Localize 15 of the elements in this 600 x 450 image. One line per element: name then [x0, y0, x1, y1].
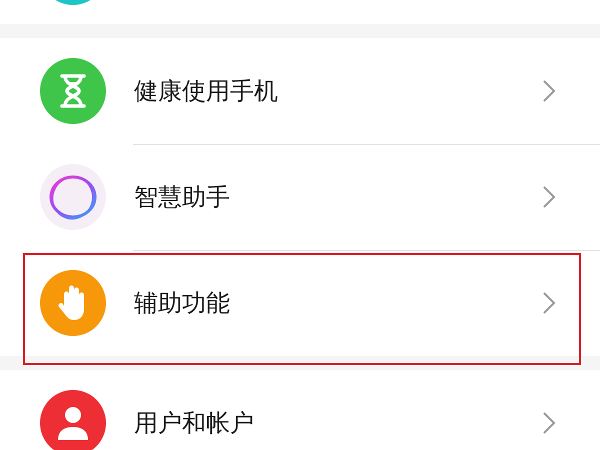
- settings-item[interactable]: 健康使用手机: [0, 38, 600, 144]
- item-label: 用户和帐户: [134, 408, 255, 439]
- settings-item[interactable]: 智慧助手: [0, 144, 600, 250]
- chevron-icon: [542, 411, 556, 435]
- ring-icon: [40, 164, 106, 230]
- item-label: 健康使用手机: [134, 76, 279, 107]
- chevron-icon: [542, 185, 556, 209]
- item-label: 辅助功能: [134, 288, 231, 319]
- hourglass-icon: [40, 58, 106, 124]
- settings-item[interactable]: 辅助功能: [0, 250, 600, 356]
- item-label: 智慧助手: [134, 182, 231, 213]
- settings-item[interactable]: 用户和帐户: [0, 370, 600, 450]
- chevron-icon: [542, 291, 556, 315]
- hand-icon: [40, 270, 106, 336]
- chevron-icon: [542, 79, 556, 103]
